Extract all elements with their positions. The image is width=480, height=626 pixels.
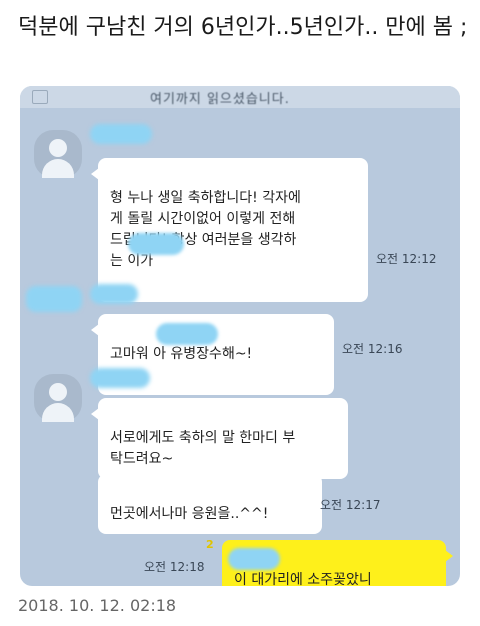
message-icon	[32, 90, 48, 104]
message-bubble[interactable]: 먼곳에서나마 응원을..^^!	[98, 474, 322, 534]
sender-avatar[interactable]	[34, 374, 82, 422]
message-text: 서로에게도 축하의 말 한마디 부 탁드려요~	[110, 430, 296, 467]
read-marker-bar: 여기까지 읽으셨습니다.	[20, 86, 460, 108]
redacted-sender-name	[90, 368, 150, 388]
avatar-head-icon	[49, 139, 67, 157]
message-text: 고마워 아 유병장수해~!	[110, 346, 253, 362]
message-time: 오전 12:17	[320, 498, 381, 512]
message-bubble[interactable]: 서로에게도 축하의 말 한마디 부 탁드려요~	[91, 398, 348, 479]
redacted-name	[156, 323, 218, 345]
message-text: 먼곳에서나마 응원을..^^!	[110, 506, 269, 522]
avatar-body-icon	[42, 403, 74, 422]
my-message-bubble[interactable]: 이 대가리에 소주꽂았니	[222, 540, 453, 586]
read-marker-text: 여기까지 읽으셨습니다.	[150, 92, 290, 107]
chat-screenshot: 여기까지 읽으셨습니다. 형 누나 생일 축하합니다! 각자에 게 돌릴 시간이…	[20, 86, 460, 586]
redacted-name	[228, 548, 280, 570]
redacted-avatar	[26, 286, 82, 312]
message-text: 형 누나 생일 축하합니다! 각자에 게 돌릴 시간이없어 이렇게 전해 드립니…	[110, 190, 301, 269]
post-title: 덕분에 구남친 거의 6년인가..5년인가.. 만에 봄 ;	[18, 15, 468, 40]
redacted-name	[128, 233, 184, 255]
unread-count: 2	[206, 538, 214, 551]
avatar-head-icon	[49, 383, 67, 401]
message-time: 오전 12:16	[342, 342, 403, 356]
post-date: 2018. 10. 12. 02:18	[18, 596, 177, 615]
sender-avatar[interactable]	[34, 130, 82, 178]
message-time: 오전 12:12	[376, 252, 437, 266]
redacted-sender-name	[90, 124, 152, 144]
avatar-body-icon	[42, 159, 74, 178]
message-bubble[interactable]: 형 누나 생일 축하합니다! 각자에 게 돌릴 시간이없어 이렇게 전해 드립니…	[91, 158, 368, 302]
message-time: 오전 12:18	[144, 560, 205, 574]
redacted-sender-name	[90, 284, 138, 304]
message-text: 이 대가리에 소주꽂았니	[234, 572, 372, 586]
